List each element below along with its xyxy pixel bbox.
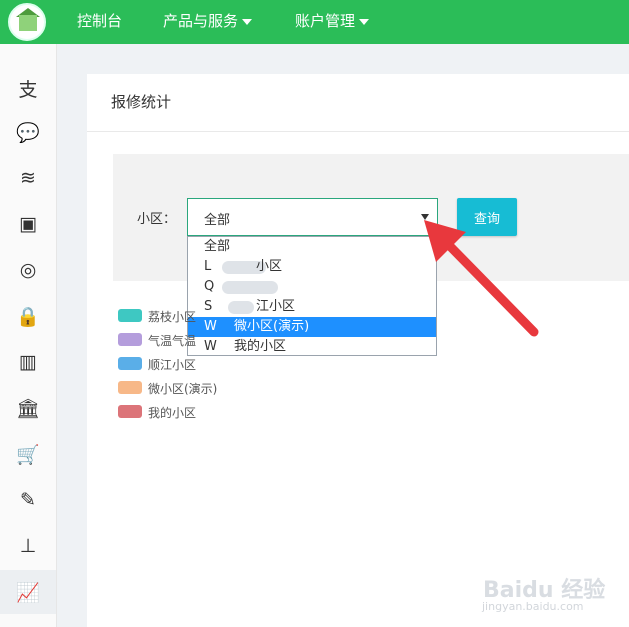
- wechat-icon[interactable]: 💬: [0, 110, 56, 154]
- nav-products-services[interactable]: 产品与服务: [163, 0, 253, 44]
- dropdown-option-selected[interactable]: W 微小区(演示): [188, 317, 436, 337]
- dropdown-option[interactable]: Q: [188, 277, 436, 297]
- nav-console[interactable]: 控制台: [77, 0, 122, 44]
- community-select[interactable]: 全部: [187, 198, 438, 236]
- magic-wand-icon[interactable]: ✎: [0, 478, 56, 522]
- nav-products-label: 产品与服务: [163, 12, 239, 30]
- dropdown-option[interactable]: L 小区: [188, 257, 436, 277]
- legend-swatch: [118, 309, 142, 322]
- divider: [87, 131, 629, 132]
- legend-swatch: [118, 405, 142, 418]
- blurred-text: [228, 301, 254, 314]
- cart-icon[interactable]: 🛒: [0, 432, 56, 476]
- lifebuoy-icon[interactable]: ◎: [0, 248, 56, 292]
- baidu-watermark-url: jingyan.baidu.com: [482, 600, 584, 613]
- lock-icon[interactable]: 🔒: [0, 294, 56, 338]
- legend-swatch: [118, 357, 142, 370]
- select-value: 全部: [204, 213, 231, 228]
- bar-chart-icon[interactable]: ▥: [0, 340, 56, 384]
- nav-console-label: 控制台: [77, 12, 123, 30]
- app-logo[interactable]: [8, 3, 46, 41]
- sitemap-icon[interactable]: ⊥: [0, 524, 56, 568]
- sidebar: 支 💬 ≋ ▣ ◎ 🔒 ▥ 🏛 🛒 ✎ ⊥ 📈: [0, 44, 57, 627]
- dropdown-option[interactable]: 全部: [188, 237, 436, 257]
- line-chart-icon[interactable]: 📈: [0, 570, 56, 614]
- chevron-down-icon: [359, 18, 370, 25]
- legend-swatch: [118, 333, 142, 346]
- dropdown-option[interactable]: W 我的小区: [188, 337, 436, 357]
- logo-house-icon: [19, 15, 37, 31]
- nav-account-label: 账户管理: [295, 12, 356, 30]
- page-title: 报修统计: [111, 93, 172, 111]
- bank-icon[interactable]: 🏛: [0, 386, 56, 430]
- blurred-text: [222, 281, 278, 294]
- dropdown-option[interactable]: S 江小区: [188, 297, 436, 317]
- top-navigation-bar: 控制台 产品与服务 账户管理: [0, 0, 629, 44]
- community-dropdown: 全部 L 小区 Q S 江小区 W 微小区(演示) W 我的小区: [187, 236, 437, 356]
- database-icon[interactable]: ≋: [0, 156, 56, 200]
- nav-account-management[interactable]: 账户管理: [295, 0, 370, 44]
- chevron-down-icon: [242, 18, 253, 25]
- legend-swatch: [118, 381, 142, 394]
- alipay-icon[interactable]: 支: [0, 66, 56, 110]
- community-filter-label: 小区：: [137, 212, 177, 227]
- money-icon[interactable]: ▣: [0, 202, 56, 246]
- annotation-arrow: [424, 220, 539, 337]
